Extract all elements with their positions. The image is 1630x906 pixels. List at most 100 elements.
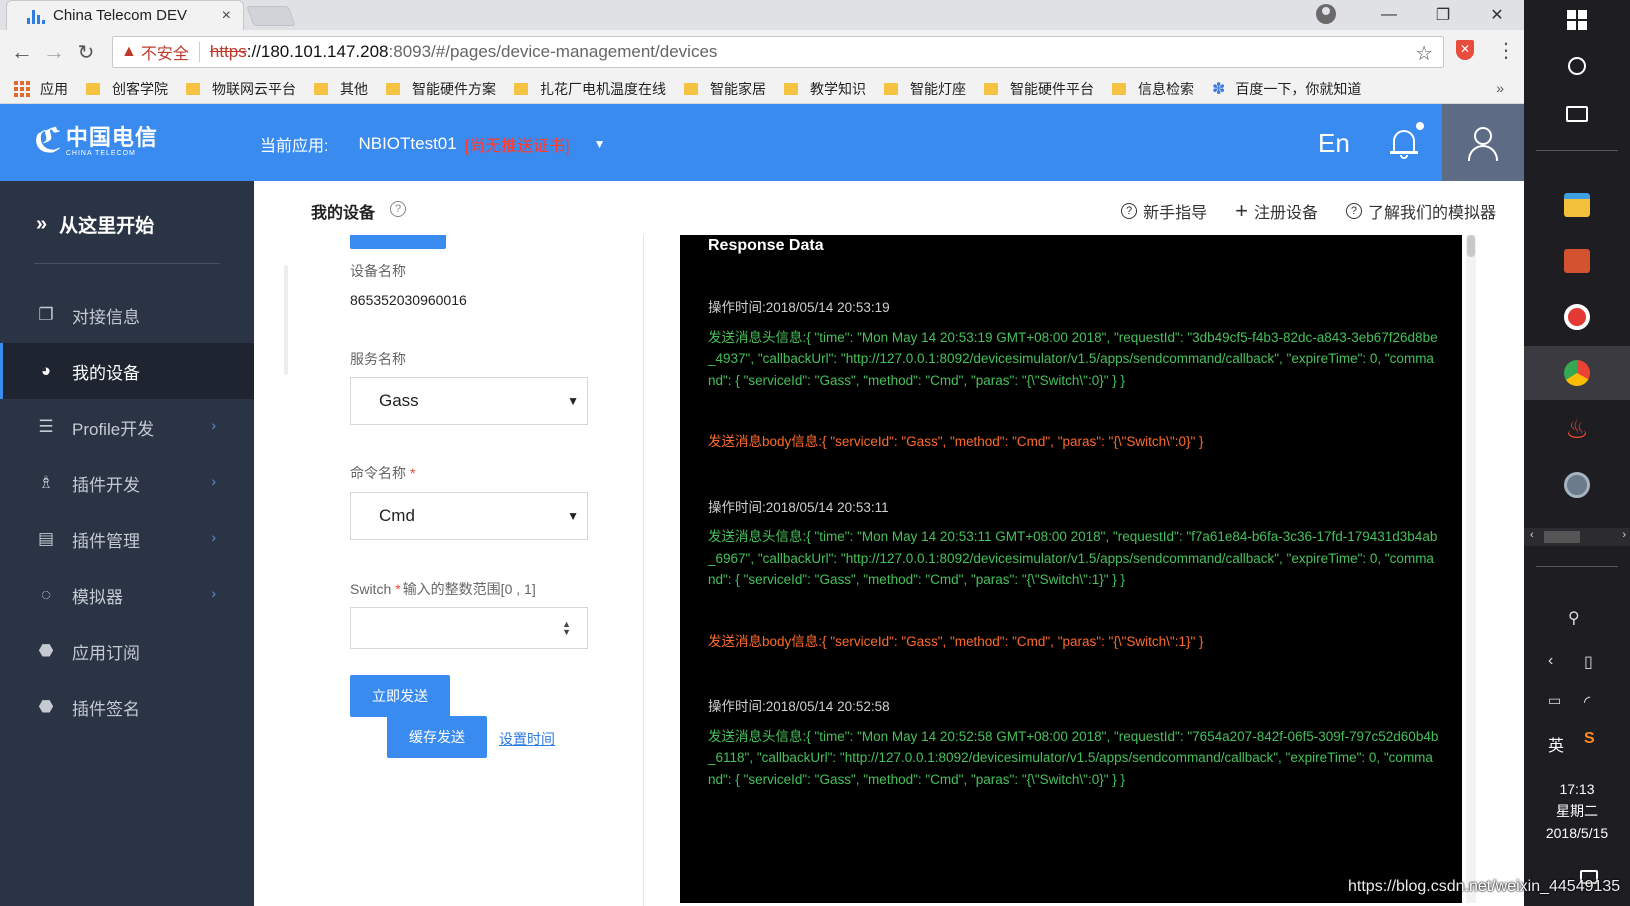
recorder-icon[interactable]	[1524, 290, 1630, 344]
task-view-icon[interactable]	[1563, 100, 1591, 128]
language-toggle[interactable]: En	[1318, 128, 1350, 159]
reload-icon[interactable]: ↻	[72, 38, 100, 66]
china-telecom-logo[interactable]: ℭ 中国电信 CHINA TELECOM	[34, 124, 158, 158]
log-time: 操作时间:2018/05/14 20:52:58	[708, 699, 890, 714]
sidebar-item-simulator[interactable]: ◌ 模拟器 ›	[0, 567, 254, 623]
sidebar-start-label: 从这里开始	[59, 216, 155, 237]
switch-label-text: Switch	[350, 581, 392, 597]
wifi-icon[interactable]: ◜	[1584, 692, 1590, 712]
bookmark-folder[interactable]: 教学知识	[784, 79, 866, 99]
chrome-icon[interactable]	[1524, 346, 1630, 400]
file-explorer-icon[interactable]	[1524, 178, 1630, 232]
sidebar-item-plugin-dev[interactable]: ♗ 插件开发 ›	[0, 455, 254, 511]
folder-icon	[784, 82, 798, 95]
ime-language[interactable]: 英	[1548, 732, 1564, 756]
sidebar-item-app-subscribe[interactable]: ⬣ 应用订阅	[0, 623, 254, 679]
forward-arrow-icon[interactable]: →	[40, 38, 68, 66]
beginner-guide-link[interactable]: ? 新手指导	[1121, 199, 1207, 223]
bookmark-folder[interactable]: 智能硬件平台	[984, 79, 1094, 99]
sidebar-item-plugin-sign[interactable]: ⬣ 插件签名	[0, 679, 254, 735]
bookmark-label: 信息检索	[1138, 80, 1194, 97]
device-name-value: 865352030960016	[350, 292, 467, 308]
list-icon: ☰	[38, 417, 54, 436]
chevron-right-icon: ›	[211, 417, 216, 433]
switch-number-input[interactable]: ▲ ▼	[350, 607, 588, 649]
number-spinner-icon[interactable]: ▲ ▼	[562, 620, 571, 637]
scroll-left-icon[interactable]: ‹	[1530, 529, 1534, 541]
bookmark-folder[interactable]: 智能硬件方案	[386, 79, 496, 99]
flame-app-icon[interactable]: ♨	[1524, 402, 1630, 456]
browser-tab[interactable]: China Telecom DEV ×	[6, 0, 244, 30]
close-tab-icon[interactable]: ×	[222, 7, 231, 25]
usb-icon[interactable]: ▯	[1584, 652, 1593, 672]
bookmarks-overflow-icon[interactable]: »	[1496, 80, 1504, 96]
insecure-label[interactable]: 不安全	[141, 40, 189, 64]
system-clock[interactable]: 17:13 星期二 2018/5/15	[1524, 778, 1630, 844]
user-icon	[1468, 126, 1498, 161]
bookmark-baidu[interactable]: ✽ 百度一下，你就知道	[1212, 79, 1361, 99]
scrollbar-thumb[interactable]	[1467, 235, 1475, 257]
bookmark-folder[interactable]: 其他	[314, 79, 368, 99]
bell-icon[interactable]	[1390, 122, 1424, 159]
about-simulator-link[interactable]: ? 了解我们的模拟器	[1345, 199, 1496, 223]
back-arrow-icon[interactable]: ←	[8, 38, 36, 66]
log-body-message: 发送消息body信息:{ "serviceId": "Gass", "metho…	[708, 434, 1204, 449]
battery-icon[interactable]: ▭	[1548, 692, 1561, 709]
send-now-button[interactable]: 立即发送	[350, 675, 450, 717]
top-actions: ? 新手指导 + 注册设备 ? 了解我们的模拟器	[1093, 199, 1496, 223]
new-tab-button[interactable]	[246, 6, 296, 26]
scroll-right-icon[interactable]: ›	[1622, 529, 1626, 541]
partial-top-button[interactable]	[350, 235, 446, 249]
breadcrumb: 我的设备 ? ? 新手指导 + 注册设备 ? 了解我们的模拟器	[254, 181, 1524, 235]
device-name-label: 设备名称	[350, 263, 406, 279]
address-bar[interactable]: ▲ 不安全 https ://180.101.147.208 :8093/#/p…	[112, 36, 1444, 68]
help-icon[interactable]: ?	[390, 201, 406, 217]
bookmark-folder[interactable]: 创客学院	[86, 79, 168, 99]
cache-send-button[interactable]: 缓存发送	[387, 716, 487, 758]
taskbar-scroll[interactable]: ‹ ›	[1524, 528, 1630, 546]
watermark-text: https://blog.csdn.net/weixin_44549135	[1348, 878, 1621, 895]
bookmark-folder[interactable]: 扎花厂电机温度在线	[514, 79, 666, 99]
media-app-icon[interactable]	[1524, 458, 1630, 512]
bookmark-star-icon[interactable]: ☆	[1415, 41, 1433, 66]
set-time-link[interactable]: 设置时间	[499, 729, 555, 749]
close-window-button[interactable]: ✕	[1470, 5, 1524, 25]
sidebar-item-my-devices[interactable]: ◕ 我的设备	[0, 343, 254, 399]
plus-icon: +	[1235, 198, 1248, 223]
chevron-left-icon[interactable]: ‹	[1548, 652, 1553, 670]
profile-icon[interactable]	[1316, 4, 1336, 24]
service-name-select[interactable]: Gass ▼	[350, 377, 588, 425]
bookmark-folder[interactable]: 物联网云平台	[186, 79, 296, 99]
baidu-paw-icon: ✽	[1212, 80, 1226, 98]
powerpoint-icon[interactable]	[1524, 234, 1630, 288]
user-menu-button[interactable]	[1442, 104, 1524, 181]
shield-extension-icon[interactable]: ✕	[1456, 40, 1474, 60]
sidebar-item-profile-dev[interactable]: ☰ Profile开发 ›	[0, 399, 254, 455]
register-device-button[interactable]: + 注册设备	[1235, 199, 1318, 223]
sidebar-item-label: 插件签名	[72, 699, 140, 719]
sidebar-item-connection-info[interactable]: ❐ 对接信息	[0, 287, 254, 343]
sogou-ime-icon[interactable]: S	[1584, 730, 1595, 748]
sidebar-item-plugin-manage[interactable]: ▤ 插件管理 ›	[0, 511, 254, 567]
sidebar: » 从这里开始 ❐ 对接信息 ◕ 我的设备 ☰ Profile开发 › ♗ 插件…	[0, 181, 254, 906]
bookmark-apps[interactable]: 应用	[14, 79, 68, 99]
command-name-select[interactable]: Cmd ▼	[350, 492, 588, 540]
app-page: ℭ 中国电信 CHINA TELECOM 当前应用: NBIOTtest01 […	[0, 104, 1524, 906]
certificate-warning: [尚无推送证书]	[464, 138, 570, 155]
caret-down-icon[interactable]: ▼	[594, 137, 606, 151]
bookmark-folder[interactable]: 信息检索	[1112, 79, 1194, 99]
sidebar-start[interactable]: » 从这里开始	[36, 211, 154, 238]
cortana-icon[interactable]	[1563, 52, 1591, 80]
people-icon[interactable]: ⚲	[1568, 608, 1580, 628]
current-app-selector[interactable]: 当前应用: NBIOTtest01 [尚无推送证书] ▼	[260, 132, 606, 156]
response-scrollbar[interactable]	[1466, 235, 1476, 903]
windows-start-icon[interactable]	[1563, 6, 1591, 34]
bookmark-folder[interactable]: 智能灯座	[884, 79, 966, 99]
browser-menu-icon[interactable]: ⋮	[1496, 38, 1516, 63]
scroll-thumb[interactable]	[1544, 531, 1580, 543]
folder-icon	[1112, 82, 1126, 95]
restore-button[interactable]: ❐	[1416, 5, 1470, 25]
bookmark-folder[interactable]: 智能家居	[684, 79, 766, 99]
minimize-button[interactable]: —	[1362, 6, 1416, 24]
notification-dot	[1416, 122, 1424, 130]
